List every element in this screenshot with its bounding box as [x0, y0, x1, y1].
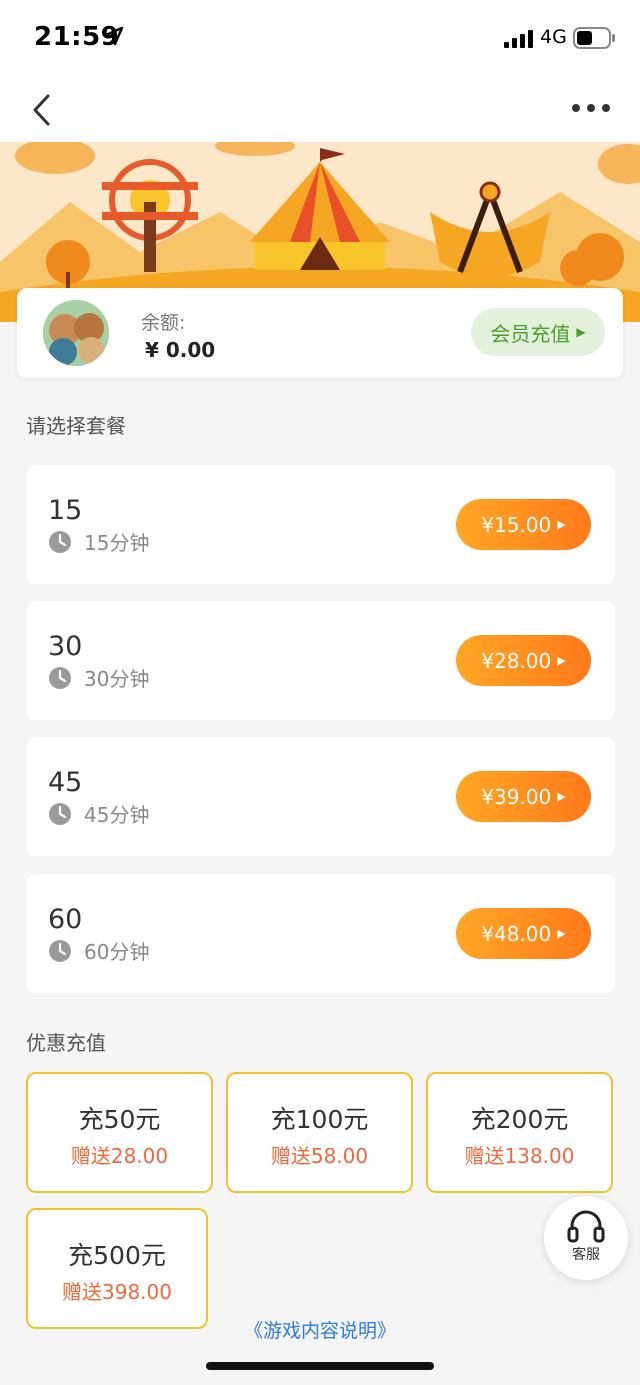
package-price-button[interactable]: ¥39.00 ▶ [456, 771, 591, 822]
offer-bonus: 赠送398.00 [62, 1280, 172, 1304]
package-duration: 60分钟 [48, 936, 149, 965]
vip-recharge-button[interactable]: 会员充值 ▶ [471, 308, 605, 356]
clock-icon [49, 802, 71, 825]
avatar [43, 300, 109, 366]
package-duration-label: 60分钟 [84, 940, 150, 964]
chevron-right-icon: ▶ [557, 518, 566, 531]
recharge-offer-card[interactable]: 充50元 赠送28.00 [26, 1072, 213, 1193]
offer-bonus: 赠送138.00 [464, 1144, 575, 1168]
clock-icon [49, 939, 71, 962]
package-price: ¥15.00 [481, 512, 552, 537]
offer-amount: 充500元 [68, 1241, 166, 1270]
customer-service-label: 客服 [572, 1247, 600, 1263]
chevron-right-icon: ▶ [557, 654, 566, 667]
package-price-button[interactable]: ¥28.00 ▶ [456, 635, 591, 686]
signal-icon [504, 30, 533, 48]
package-duration-label: 45分钟 [84, 803, 150, 827]
location-arrow-icon [104, 26, 124, 46]
package-card: 60 60分钟 ¥48.00 ▶ [26, 874, 615, 993]
package-duration: 30分钟 [48, 663, 149, 692]
game-description-link[interactable]: 《游戏内容说明》 [0, 1316, 640, 1343]
offer-amount: 充200元 [470, 1105, 569, 1134]
network-type: 4G [540, 26, 567, 48]
package-name: 45 [48, 767, 83, 798]
more-icon[interactable] [570, 100, 612, 116]
home-indicator [206, 1362, 434, 1370]
battery-icon [573, 27, 615, 49]
balance-value: ¥ 0.00 [145, 338, 216, 362]
package-price-button[interactable]: ¥15.00 ▶ [456, 499, 591, 550]
packages-section-title: 请选择套餐 [26, 414, 126, 438]
status-bar: 21:59 4G [0, 0, 640, 76]
package-duration-label: 30分钟 [84, 667, 150, 691]
recharge-offer-card[interactable]: 充100元 赠送58.00 [226, 1072, 413, 1193]
package-price: ¥28.00 [481, 648, 552, 673]
nav-bar [0, 76, 640, 142]
package-card: 45 45分钟 ¥39.00 ▶ [26, 737, 615, 856]
package-duration: 15分钟 [48, 527, 149, 556]
clock-icon [49, 666, 71, 689]
offer-bonus: 赠送58.00 [270, 1144, 369, 1168]
customer-service-button[interactable]: 客服 [544, 1196, 628, 1280]
package-name: 15 [48, 495, 83, 526]
headset-icon [567, 1210, 605, 1243]
package-price-button[interactable]: ¥48.00 ▶ [456, 908, 591, 959]
package-price: ¥48.00 [481, 921, 552, 946]
package-duration-label: 15分钟 [84, 531, 150, 555]
vip-recharge-label: 会员充值 [490, 321, 571, 346]
balance-label: 余额: [141, 312, 186, 334]
offer-amount: 充100元 [270, 1105, 369, 1134]
package-name: 60 [48, 904, 83, 935]
recharge-offer-card[interactable]: 充200元 赠送138.00 [426, 1072, 613, 1193]
offer-amount: 充50元 [78, 1105, 161, 1134]
back-chevron-icon[interactable] [28, 90, 58, 130]
recharge-offer-card[interactable]: 充500元 赠送398.00 [26, 1208, 208, 1329]
offers-section-title: 优惠充值 [26, 1031, 106, 1055]
package-price: ¥39.00 [481, 784, 552, 809]
package-card: 15 15分钟 ¥15.00 ▶ [26, 465, 615, 584]
chevron-right-icon: ▶ [576, 325, 586, 339]
offer-bonus: 赠送28.00 [70, 1144, 169, 1168]
clock-icon [49, 530, 71, 553]
chevron-right-icon: ▶ [557, 927, 566, 940]
package-duration: 45分钟 [48, 799, 149, 828]
package-name: 30 [48, 631, 83, 662]
account-card: 余额: ¥ 0.00 会员充值 ▶ [17, 288, 623, 378]
chevron-right-icon: ▶ [557, 790, 566, 803]
package-card: 30 30分钟 ¥28.00 ▶ [26, 601, 615, 720]
